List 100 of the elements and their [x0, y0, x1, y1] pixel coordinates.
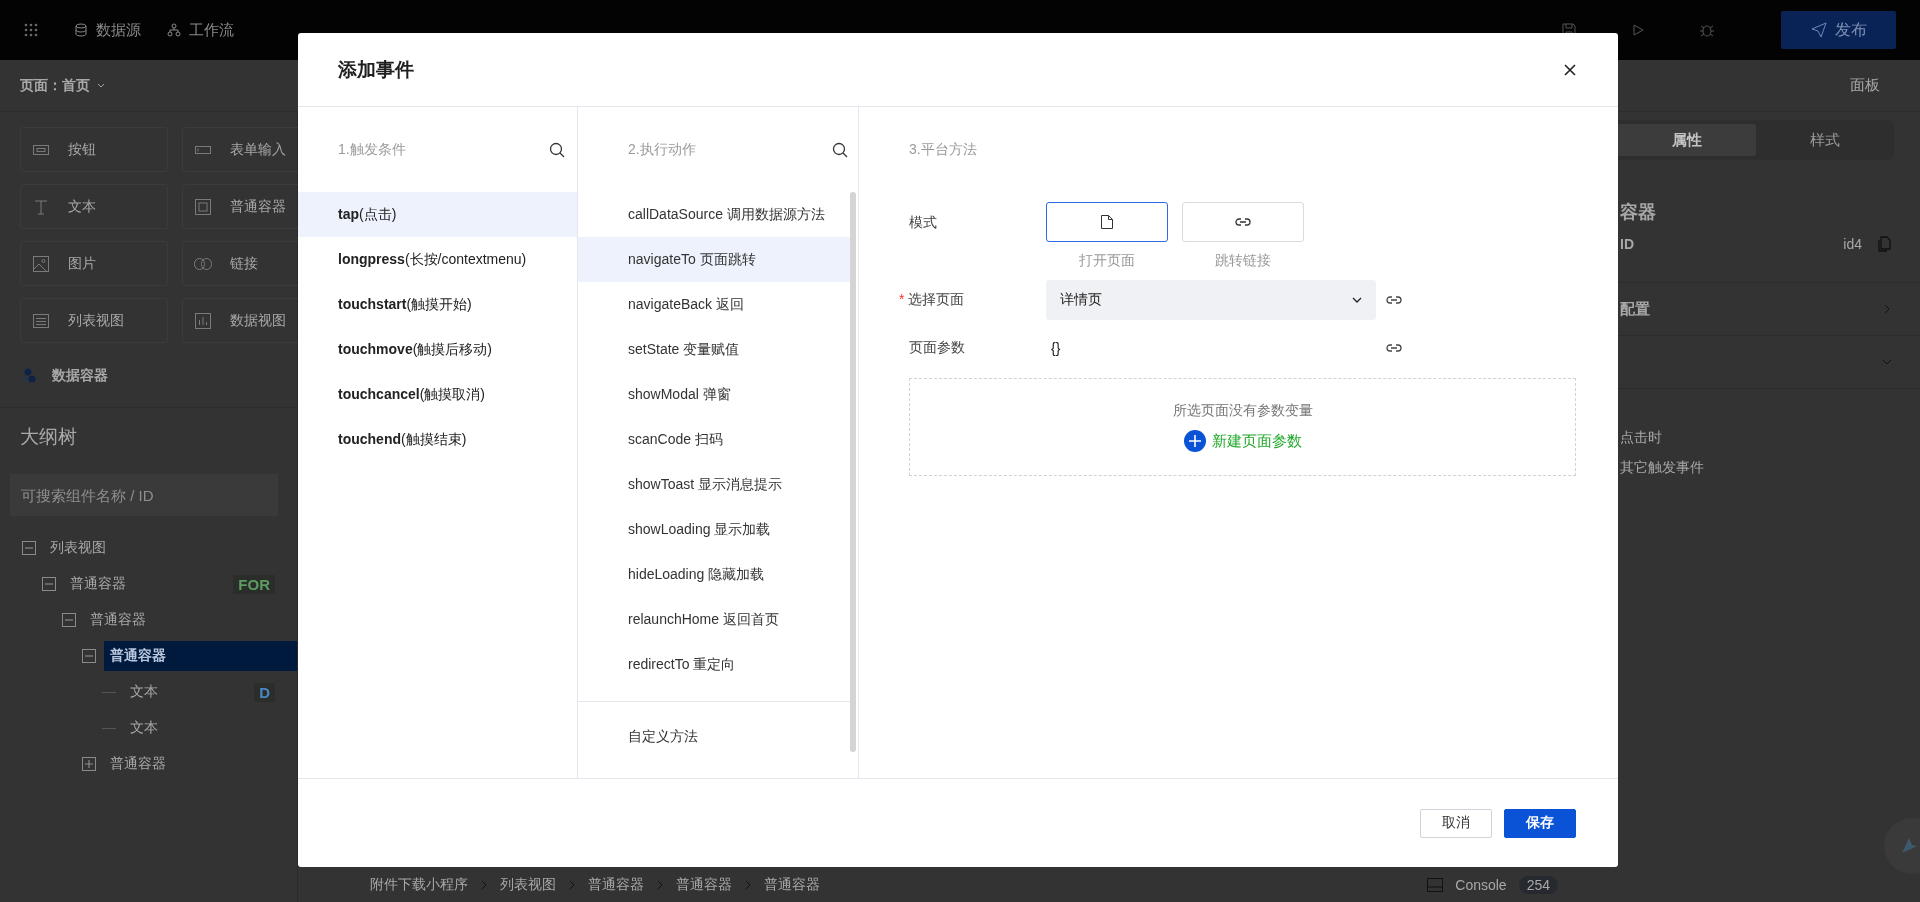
breadcrumb-item[interactable]: 普通容器	[764, 876, 820, 894]
field-label: 模式	[909, 213, 938, 232]
component-name: 容器	[1619, 201, 1657, 224]
open-page-button[interactable]	[1046, 202, 1168, 242]
chart-icon	[194, 311, 212, 330]
breadcrumb-item[interactable]: 普通容器	[676, 876, 732, 894]
chevron-right-icon	[480, 880, 488, 890]
id-label: ID	[1620, 236, 1634, 252]
publish-button[interactable]: 发布	[1781, 11, 1896, 49]
tag-label: FOR	[233, 574, 275, 594]
component-tile[interactable]: 列表视图	[20, 298, 168, 343]
outline-title: 大纲树	[19, 425, 78, 449]
link-icon[interactable]	[1386, 343, 1402, 353]
collapse-icon[interactable]	[82, 649, 96, 663]
collapse-icon[interactable]	[22, 541, 36, 555]
mode-label: 跳转链接	[1215, 252, 1271, 270]
nav-item[interactable]: 工作流	[167, 20, 234, 40]
mode-label: 打开页面	[1079, 252, 1135, 270]
action-item[interactable]: navigateTo 页面跳转	[578, 237, 850, 282]
action-item[interactable]: relaunchHome 返回首页	[578, 597, 850, 642]
link-icon[interactable]	[1386, 295, 1402, 305]
save-button[interactable]: 保存	[1504, 808, 1576, 838]
panel-tab[interactable]: 属性	[1618, 124, 1756, 156]
tree-item[interactable]: 普通容器	[104, 749, 172, 779]
action-item[interactable]: redirectTo 重定向	[578, 642, 850, 687]
link-icon	[1235, 217, 1251, 227]
action-item[interactable]: showLoading 显示加载	[578, 507, 850, 552]
action-item[interactable]: setState 变量赋值	[578, 327, 850, 372]
field-label: 选择页面	[908, 291, 965, 307]
trigger-item[interactable]: tap(点击)	[298, 192, 577, 237]
add-param-link[interactable]: 新建页面参数	[1183, 430, 1302, 452]
action-item[interactable]: callDataSource 调用数据源方法	[578, 192, 850, 237]
chevron-right-icon	[568, 880, 576, 890]
collapse-icon[interactable]	[62, 613, 76, 627]
console-icon	[1427, 878, 1444, 892]
page-selector[interactable]: 页面：首页	[20, 76, 106, 95]
chevron-right-icon	[656, 880, 664, 890]
bug-icon[interactable]	[1699, 22, 1715, 38]
text-icon	[32, 197, 50, 216]
search-field[interactable]: 可搜索组件名称 / ID	[10, 474, 278, 516]
field-label: 页面参数	[909, 339, 966, 357]
hexagons-icon	[20, 367, 38, 385]
send-icon	[1810, 22, 1827, 38]
panel-label[interactable]: 面板	[1850, 76, 1900, 95]
tag-label: D	[254, 682, 275, 702]
page-select[interactable]: 详情页	[1046, 280, 1376, 320]
nav-item[interactable]: 数据源	[74, 20, 141, 40]
search-icon[interactable]	[549, 141, 565, 158]
breadcrumb-item[interactable]: 附件下载小程序	[370, 876, 468, 894]
tree-item[interactable]: 文本	[124, 713, 164, 743]
close-icon[interactable]	[1564, 63, 1576, 76]
column-title: 1.触发条件	[338, 140, 406, 159]
action-item[interactable]: showToast 显示消息提示	[578, 462, 850, 507]
section-title: 数据容器	[52, 367, 108, 385]
list-icon	[32, 311, 50, 330]
cancel-button[interactable]: 取消	[1420, 808, 1492, 838]
breadcrumb-item[interactable]: 列表视图	[500, 876, 556, 894]
action-item[interactable]: showModal 弹窗	[578, 372, 850, 417]
flow-icon	[167, 23, 181, 37]
action-item[interactable]: hideLoading 隐藏加载	[578, 552, 850, 597]
breadcrumb-item[interactable]: 普通容器	[588, 876, 644, 894]
params-value: {}	[1050, 340, 1062, 356]
tree-item[interactable]: 普通容器	[104, 641, 297, 671]
required-mark: *	[899, 291, 905, 307]
plus-icon	[1183, 430, 1206, 452]
column-title: 2.执行动作	[628, 140, 696, 159]
expand-icon[interactable]	[82, 757, 96, 771]
play-icon[interactable]	[1631, 23, 1645, 37]
action-item[interactable]: 自定义方法	[578, 714, 850, 759]
tree-item[interactable]: 列表视图	[44, 533, 112, 563]
database-icon	[74, 23, 88, 37]
action-item[interactable]: scanCode 扫码	[578, 417, 850, 462]
component-tile[interactable]: 图片	[20, 241, 168, 286]
image-icon	[32, 254, 50, 273]
empty-message: 所选页面没有参数变量	[1172, 402, 1313, 420]
column-title: 3.平台方法	[909, 140, 977, 159]
search-icon[interactable]	[832, 141, 848, 158]
panel-tab[interactable]: 样式	[1756, 124, 1894, 156]
collapse-icon[interactable]	[42, 577, 56, 591]
section-title: 配置	[1620, 299, 1650, 319]
chevron-down-icon	[1352, 295, 1362, 305]
component-tile[interactable]: 文本	[20, 184, 168, 229]
dialog-title: 添加事件	[338, 57, 414, 82]
trigger-item[interactable]: touchend(触摸结束)	[298, 417, 577, 462]
document-icon	[1100, 214, 1114, 230]
apps-grid-icon[interactable]	[24, 23, 38, 37]
event-item[interactable]: 其它触发事件	[1620, 459, 1920, 477]
tree-item[interactable]: 普通容器	[64, 569, 132, 599]
tree-item[interactable]: 普通容器	[84, 605, 152, 635]
console-count: 254	[1518, 876, 1558, 894]
id-value: id4	[1843, 236, 1862, 252]
component-tile[interactable]: 按钮	[20, 127, 168, 172]
scrollbar[interactable]	[850, 192, 856, 752]
tree-item[interactable]: 文本	[124, 677, 164, 707]
container-icon	[194, 197, 212, 216]
trigger-item[interactable]: touchcancel(触摸取消)	[298, 372, 577, 417]
chevron-right-icon	[744, 880, 752, 890]
action-item[interactable]: navigateBack 返回	[578, 282, 850, 327]
event-item[interactable]: 点击时	[1620, 429, 1920, 447]
console-label[interactable]: Console	[1455, 877, 1507, 893]
